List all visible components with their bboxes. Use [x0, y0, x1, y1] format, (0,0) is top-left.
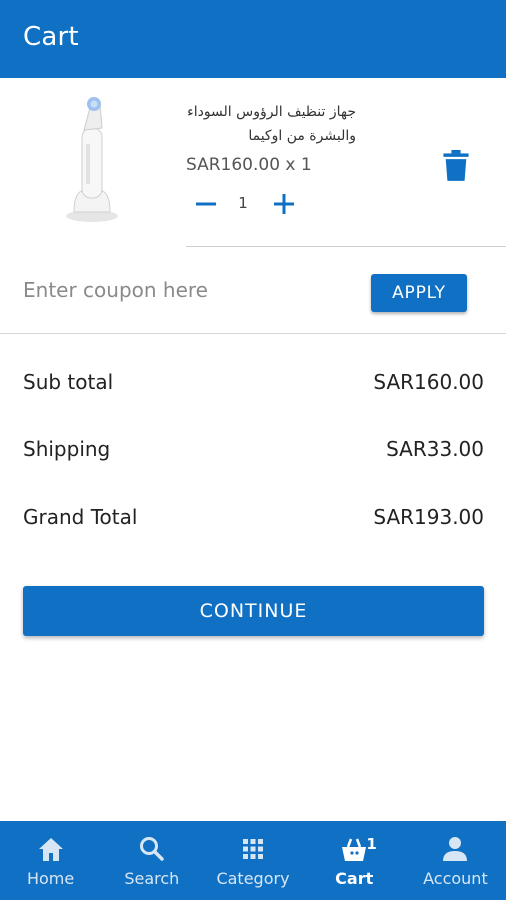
nav-cart[interactable]: 1 Cart — [304, 821, 405, 900]
cart-item: جهاز تنظيف الرؤوس السوداء والبشرة من اوك… — [0, 78, 506, 248]
bottom-navigation: Home Search Category 1 Cart Account — [0, 821, 506, 900]
grand-total-value: SAR193.00 — [373, 505, 484, 529]
home-icon — [38, 838, 63, 861]
nav-category[interactable]: Category — [202, 821, 303, 900]
coupon-input[interactable] — [23, 270, 343, 310]
item-divider — [186, 246, 506, 247]
nav-category-label: Category — [216, 869, 290, 888]
nav-home-label: Home — [26, 869, 75, 888]
account-icon — [443, 837, 468, 861]
delete-icon[interactable] — [442, 150, 470, 182]
shipping-value: SAR33.00 — [386, 437, 484, 461]
cart-badge: 1 — [366, 835, 377, 853]
nav-search-label: Search — [124, 869, 180, 888]
product-name[interactable]: جهاز تنظيف الرؤوس السوداء والبشرة من اوك… — [186, 100, 356, 148]
increase-quantity-button[interactable] — [270, 190, 298, 218]
quantity-value: 1 — [238, 194, 248, 212]
nav-cart-label: Cart — [335, 869, 374, 888]
subtotal-row: Sub total SAR160.00 — [23, 370, 484, 394]
app-bar: Cart — [0, 0, 506, 78]
apply-coupon-button[interactable]: APPLY — [371, 274, 467, 312]
cart-icon — [342, 838, 367, 861]
subtotal-value: SAR160.00 — [373, 370, 484, 394]
shipping-label: Shipping — [23, 437, 111, 461]
item-price: SAR160.00 x 1 — [186, 155, 312, 175]
nav-home[interactable]: Home — [0, 821, 101, 900]
nav-account[interactable]: Account — [405, 821, 506, 900]
nav-account-label: Account — [423, 869, 488, 888]
shipping-row: Shipping SAR33.00 — [23, 437, 484, 461]
grand-total-label: Grand Total — [23, 505, 138, 529]
product-image[interactable] — [60, 94, 124, 226]
decrease-quantity-button[interactable] — [192, 190, 220, 218]
page-title: Cart — [23, 22, 79, 52]
coupon-divider — [0, 333, 506, 334]
continue-button[interactable]: CONTINUE — [23, 586, 484, 636]
subtotal-label: Sub total — [23, 370, 114, 394]
nav-search[interactable]: Search — [101, 821, 202, 900]
search-icon — [139, 837, 164, 861]
grand-total-row: Grand Total SAR193.00 — [23, 505, 484, 529]
grid-icon — [243, 839, 263, 859]
